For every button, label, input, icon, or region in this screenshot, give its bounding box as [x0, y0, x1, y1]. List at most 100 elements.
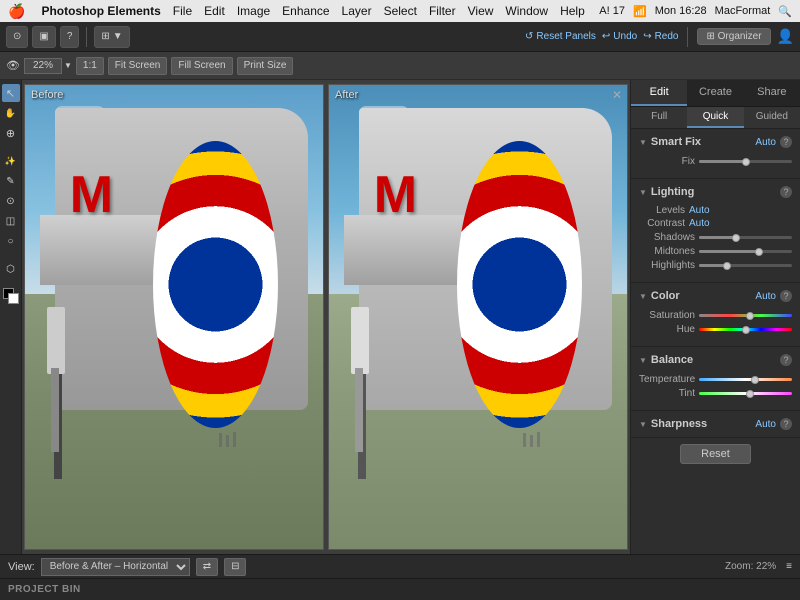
eyedrop-tool[interactable]: ⬡ [2, 260, 20, 278]
sharpness-info-btn[interactable]: ? [780, 418, 792, 430]
contrast-auto-btn[interactable]: Auto [689, 218, 710, 229]
print-size-btn[interactable]: Print Size [237, 57, 294, 75]
macformat-label: MacFormat [715, 5, 771, 17]
tab-quick[interactable]: Quick [687, 107, 743, 128]
menu-edit[interactable]: Edit [204, 4, 225, 18]
select-tool[interactable] [2, 84, 20, 102]
after-person-figure [338, 201, 404, 479]
smart-fix-content: Fix [631, 151, 800, 174]
smart-fix-auto-btn[interactable]: Auto [755, 137, 776, 148]
redo-btn[interactable]: ↪ Redo [643, 31, 678, 42]
saturation-slider[interactable] [699, 314, 792, 317]
reset-icon: ↺ [525, 31, 533, 42]
smart-fix-header[interactable]: ▼ Smart Fix Auto ? [631, 133, 800, 151]
dodge-tool[interactable]: ○ [2, 232, 20, 250]
color-header[interactable]: ▼ Color Auto ? [631, 287, 800, 305]
temperature-slider[interactable] [699, 378, 792, 381]
balance-header[interactable]: ▼ Balance ? [631, 351, 800, 369]
tab-guided[interactable]: Guided [744, 107, 800, 128]
view-controls-bar: 👁 ▼ 1:1 Fit Screen Fill Screen Print Siz… [0, 52, 800, 80]
menu-select[interactable]: Select [384, 4, 417, 18]
smart-fix-tool[interactable]: ✨ [2, 152, 20, 170]
menu-help[interactable]: Help [560, 4, 585, 18]
apple-menu[interactable]: 🍎 [8, 3, 25, 20]
tab-full[interactable]: Full [631, 107, 687, 128]
menu-view[interactable]: View [468, 4, 494, 18]
view-mode-select[interactable]: Before & After – Horizontal [41, 558, 190, 576]
ratio-btn[interactable]: 1:1 [76, 57, 104, 75]
balance-arrow: ▼ [639, 356, 647, 365]
bottom-expand-btn[interactable]: ≡ [786, 561, 792, 572]
layout-icon: ⊞ [101, 31, 109, 42]
fix-thumb[interactable] [742, 158, 750, 166]
organizer-btn[interactable]: ⊞ Organizer [697, 28, 770, 45]
temperature-thumb[interactable] [751, 376, 759, 384]
midtones-slider[interactable] [699, 250, 792, 253]
shadows-thumb[interactable] [732, 234, 740, 242]
menu-window[interactable]: Window [505, 4, 548, 18]
zoom-tool[interactable] [2, 124, 20, 142]
tab-edit[interactable]: Edit [631, 80, 687, 106]
fix-slider[interactable] [699, 160, 792, 163]
swap-panels-btn[interactable]: ⇄ [196, 558, 218, 576]
menu-enhance[interactable]: Enhance [282, 4, 329, 18]
sharpness-auto-btn[interactable]: Auto [755, 419, 776, 430]
menu-layer[interactable]: Layer [342, 4, 372, 18]
hue-thumb[interactable] [742, 326, 750, 334]
mode-btn[interactable]: ▣ [32, 26, 55, 48]
eraser-tool[interactable]: ◫ [2, 212, 20, 230]
highlights-thumb[interactable] [723, 262, 731, 270]
reset-panels-btn[interactable]: ↺ Reset Panels [525, 31, 596, 42]
help-btn[interactable]: ? [60, 26, 80, 48]
color-title: Color [651, 290, 756, 302]
tab-share[interactable]: Share [744, 80, 800, 106]
highlights-label: Highlights [639, 260, 695, 271]
undo-btn[interactable]: ↩ Undo [602, 31, 637, 42]
hue-slider[interactable] [699, 328, 792, 331]
balance-info-btn[interactable]: ? [780, 354, 792, 366]
zoom-display: Zoom: 22% [725, 561, 776, 572]
organizer-grid-icon: ⊞ [706, 31, 717, 42]
layout-btn[interactable]: ⊞ ▼ [94, 26, 129, 48]
brush-tool[interactable]: ✎ [2, 172, 20, 190]
lighting-header[interactable]: ▼ Lighting ? [631, 183, 800, 201]
tint-thumb[interactable] [746, 390, 754, 398]
levels-auto-btn[interactable]: Auto [689, 205, 710, 216]
canvas-area: Before M [22, 80, 630, 554]
dual-view-btn[interactable]: ⊟ [224, 558, 246, 576]
menu-image[interactable]: Image [237, 4, 270, 18]
color-auto-btn[interactable]: Auto [755, 291, 776, 302]
tint-slider[interactable] [699, 392, 792, 395]
after-bg-figures [523, 363, 612, 447]
zoom-dropdown-icon[interactable]: ▼ [64, 61, 72, 70]
menu-file[interactable]: File [173, 4, 192, 18]
lighting-title: Lighting [651, 186, 776, 198]
tab-create[interactable]: Create [687, 80, 743, 106]
fit-screen-btn[interactable]: Fit Screen [108, 57, 168, 75]
color-content: Saturation Hue [631, 305, 800, 342]
clone-tool[interactable]: ⊙ [2, 192, 20, 210]
search-icon[interactable]: 🔍 [778, 5, 792, 18]
levels-label: Levels [639, 205, 685, 216]
lighting-info-btn[interactable]: ? [780, 186, 792, 198]
levels-row: Levels Auto [639, 205, 792, 216]
menu-filter[interactable]: Filter [429, 4, 456, 18]
shadows-slider[interactable] [699, 236, 792, 239]
hand-tool[interactable] [2, 104, 20, 122]
canvas-panels: Before M [22, 80, 630, 554]
highlights-slider[interactable] [699, 264, 792, 267]
reset-button[interactable]: Reset [680, 444, 751, 464]
icon-selector-btn[interactable]: ⊙ [6, 26, 28, 48]
smart-fix-info-btn[interactable]: ? [780, 136, 792, 148]
main-toolbar: ⊙ ▣ ? ⊞ ▼ ↺ Reset Panels ↩ Undo ↪ Redo ⊞… [0, 22, 800, 52]
color-swatch[interactable] [3, 288, 19, 304]
fill-screen-btn[interactable]: Fill Screen [171, 57, 232, 75]
sharpness-header[interactable]: ▼ Sharpness Auto ? [631, 415, 800, 433]
after-panel-close[interactable]: ✕ [612, 88, 622, 102]
eye-icon: 👁 [6, 59, 20, 72]
color-info-btn[interactable]: ? [780, 290, 792, 302]
project-bin-label: PROJECT BIN [8, 584, 81, 595]
midtones-thumb[interactable] [755, 248, 763, 256]
saturation-thumb[interactable] [746, 312, 754, 320]
zoom-input[interactable] [24, 58, 62, 74]
